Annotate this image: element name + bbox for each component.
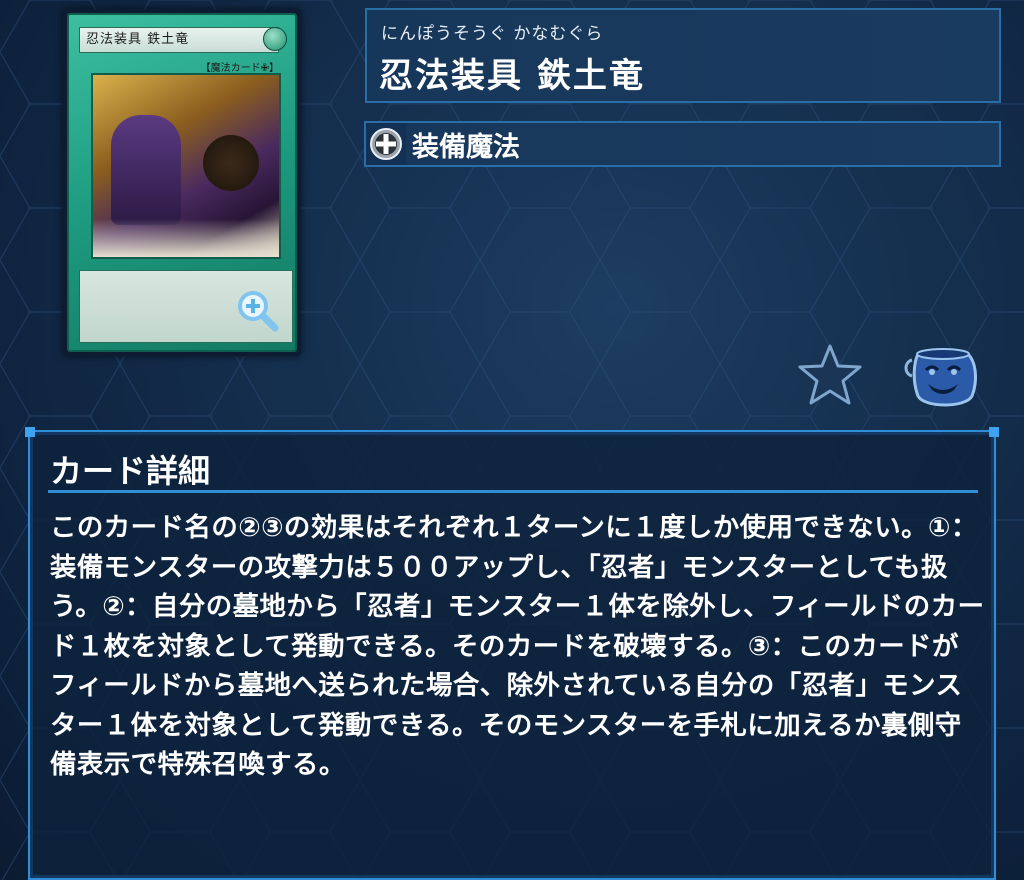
- star-icon[interactable]: [796, 342, 864, 408]
- divider: [48, 490, 978, 493]
- panel-corner-marker: [989, 427, 999, 437]
- card-type-panel: 装備魔法: [364, 121, 1001, 167]
- card-name-panel: にんぽうそうぐ かなむぐら 忍法装具 鉄土竜: [365, 8, 1001, 103]
- card-effect-text: このカード名の②③の効果はそれぞれ１ターンに１度しか使用できない。①：装備モンス…: [50, 512, 985, 780]
- spell-attribute-icon: [263, 27, 287, 51]
- card-image-type: 【魔法カード✙】: [200, 63, 279, 74]
- card-type-label: 装備魔法: [412, 131, 520, 163]
- card-details-title: カード詳細: [50, 452, 211, 490]
- zoom-in-icon[interactable]: [235, 288, 279, 332]
- pot-of-greed-icon[interactable]: [902, 340, 988, 412]
- card-name-reading: にんぽうそうぐ かなむぐら: [381, 24, 604, 44]
- equip-cross-icon: [366, 123, 406, 165]
- card-image-name: 忍法装具 鉄土竜: [79, 27, 279, 53]
- card-face: 忍法装具 鉄土竜 【魔法カード✙】: [67, 13, 297, 352]
- card-image[interactable]: 忍法装具 鉄土竜 【魔法カード✙】: [63, 9, 301, 356]
- card-artwork: [91, 73, 281, 259]
- card-name: 忍法装具 鉄土竜: [379, 56, 645, 96]
- panel-corner-marker: [25, 427, 35, 437]
- card-details-panel: カード詳細 このカード名の②③の効果はそれぞれ１ターンに１度しか使用できない。①…: [25, 427, 999, 880]
